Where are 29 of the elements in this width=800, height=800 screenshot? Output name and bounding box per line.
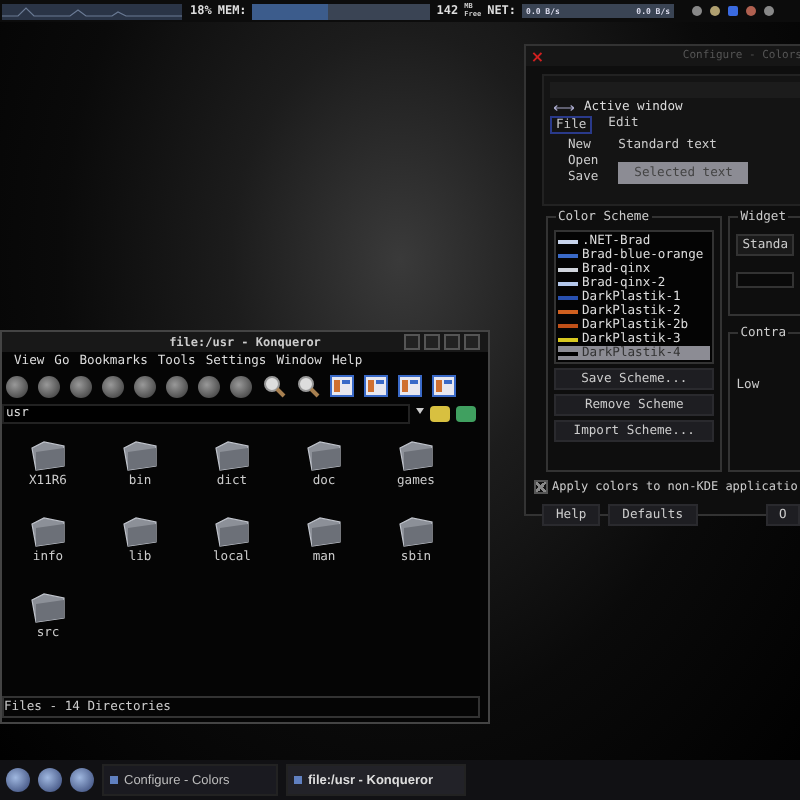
folder-icon [28,516,68,548]
folder-icon [212,516,252,548]
view-icon[interactable] [364,374,388,398]
circle-icon[interactable] [198,375,220,397]
folder-icon [120,440,160,472]
folder-icon [120,516,160,548]
search-icon[interactable] [296,374,320,398]
folder-icon [304,440,344,472]
search-icon[interactable] [262,374,286,398]
circle-icon[interactable] [166,375,188,397]
folder-icon [212,440,252,472]
apply-checkbox[interactable] [534,480,548,494]
circle-icon[interactable] [102,375,124,397]
circle-icon[interactable] [70,375,92,397]
view-icon[interactable] [398,374,422,398]
caret-icon[interactable] [416,408,424,418]
arrows-icon [554,103,574,111]
view-icon[interactable] [330,374,354,398]
view-icon[interactable] [432,374,456,398]
circle-icon[interactable] [230,375,252,397]
folder-icon [28,440,68,472]
circle-icon[interactable] [6,375,28,397]
circle-icon[interactable] [38,375,60,397]
color-button[interactable] [736,272,794,288]
folder-icon [396,516,436,548]
folder-icon [396,440,436,472]
folder-icon [304,516,344,548]
folder-icon [28,592,68,624]
circle-icon[interactable] [134,375,156,397]
